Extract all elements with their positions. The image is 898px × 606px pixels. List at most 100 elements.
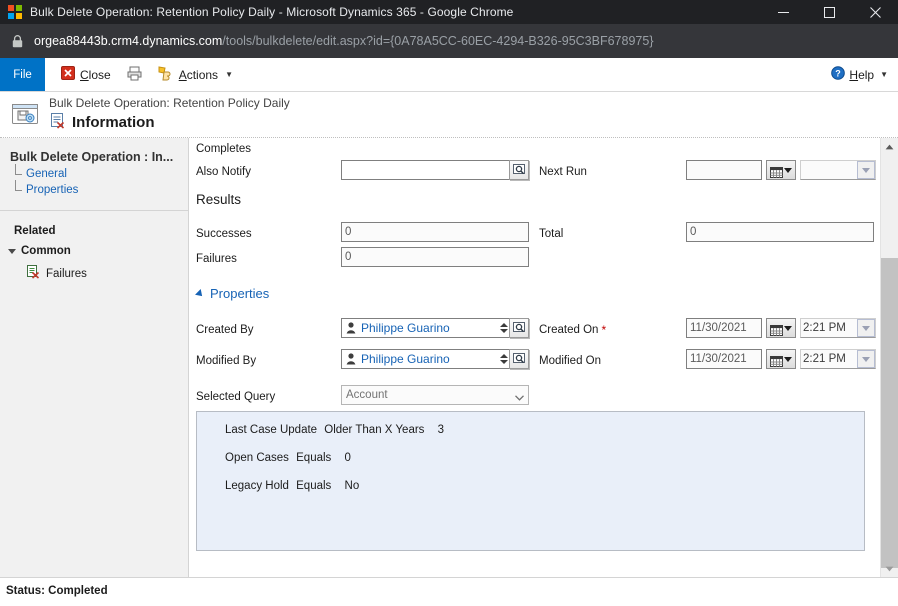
status-text: Status: Completed [6,584,108,597]
close-x-icon [61,66,75,83]
url-host: orgea88443b.crm4.dynamics.com [34,34,223,48]
actions-label: Actions [178,67,219,82]
next-run-calendar-button[interactable] [766,160,796,180]
body-split: Bulk Delete Operation : In... General Pr… [0,138,898,577]
actions-menu-button[interactable]: Actions ▼ [158,65,233,84]
modified-by-lookup-search-icon[interactable] [509,349,529,369]
created-by-spinner[interactable] [498,319,509,337]
close-command-button[interactable]: Close [61,66,111,83]
created-on-calendar-button[interactable] [766,318,796,338]
next-run-label: Next Run [539,166,587,178]
modified-on-field[interactable]: 11/30/2021 2:21 PM [686,348,876,370]
created-by-label-row: Created By [196,319,254,341]
calendar-chevron-down-icon [784,325,792,331]
modified-on-calendar-button[interactable] [766,349,796,369]
total-input[interactable]: 0 [686,222,874,242]
lookup-search-icon[interactable] [509,160,529,180]
total-label-row: Total [539,223,563,245]
modified-on-time-field[interactable]: 2:21 PM [800,349,876,369]
failures-input[interactable]: 0 [341,247,529,267]
selected-query-field[interactable]: Account [341,384,529,406]
required-marker: * [601,323,607,337]
command-items: Close Actions ▼ [45,58,233,91]
help-menu-button[interactable]: ? Help ▼ [831,58,888,91]
next-run-field[interactable] [686,159,876,181]
also-notify-lookup[interactable] [341,160,529,180]
criteria-value: 3 [437,424,445,436]
criteria-row: Last Case Update Older Than X Years 3 [225,424,864,436]
next-run-date-input[interactable] [686,160,762,180]
created-on-date-input[interactable]: 11/30/2021 [686,318,762,338]
calendar-icon [770,165,783,178]
also-notify-label-row: Also Notify [196,161,251,183]
file-tab[interactable]: File [0,58,45,91]
successes-field[interactable]: 0 [341,221,529,243]
url-text: orgea88443b.crm4.dynamics.com/tools/bulk… [34,34,654,48]
selected-query-label-row: Selected Query [196,386,275,408]
created-by-label: Created By [196,324,254,336]
created-on-time-field[interactable]: 2:21 PM [800,318,876,338]
next-run-time-field[interactable] [800,160,876,180]
created-on-field[interactable]: 11/30/2021 2:21 PM [686,317,876,339]
failures-field[interactable]: 0 [341,246,529,268]
time-chevron-down-icon[interactable] [857,350,875,368]
windows-logo-icon [8,5,22,19]
selected-query-value: Account [346,389,388,401]
modified-by-field[interactable]: Philippe Guarino [341,348,529,370]
sidebar-item-failures[interactable]: Failures [0,261,188,286]
created-by-lookup[interactable]: Philippe Guarino [341,318,529,338]
modified-by-label-row: Modified By [196,350,256,372]
svg-text:?: ? [836,69,842,79]
criteria-operator: Older Than X Years [324,424,425,436]
help-label: Help [849,67,875,82]
print-button[interactable] [127,66,142,84]
sidebar-item-failures-label: Failures [46,267,87,280]
entity-title-row: Information [49,112,290,134]
scroll-down-arrow[interactable] [881,560,898,577]
created-on-label-row: Created On * [539,319,606,341]
url-path: /tools/bulkdelete/edit.aspx?id={0A78A5CC… [222,34,654,48]
scroll-up-arrow[interactable] [881,138,898,155]
successes-input[interactable]: 0 [341,222,529,242]
sidebar-item-properties[interactable]: Properties [0,180,188,198]
modified-on-time-value: 2:21 PM [803,353,846,365]
chevron-down-icon [515,392,524,401]
time-chevron-down-icon[interactable] [857,161,875,179]
criteria-operator: Equals [296,452,332,464]
successes-label: Successes [196,228,252,240]
entity-subtitle: Bulk Delete Operation: Retention Policy … [49,95,290,110]
time-chevron-down-icon[interactable] [857,319,875,337]
form-scrollbar[interactable] [880,138,898,577]
maximize-button[interactable] [806,0,852,24]
criteria-attribute: Open Cases [225,452,289,464]
modified-by-label: Modified By [196,355,257,367]
modified-on-date-input[interactable]: 11/30/2021 [686,349,762,369]
properties-section-header[interactable]: Properties [195,286,269,301]
form-area: Completes Also Notify Next Run Results S… [189,138,898,577]
modified-by-spinner[interactable] [498,350,509,368]
entity-header-texts: Bulk Delete Operation: Retention Policy … [49,96,290,134]
nav-entity-name: Bulk Delete Operation : In... [10,150,174,164]
browser-url-bar[interactable]: orgea88443b.crm4.dynamics.com/tools/bulk… [0,24,898,58]
help-icon: ? [831,66,846,83]
selected-query-select[interactable]: Account [341,385,529,405]
criteria-value: 0 [344,452,351,464]
criteria-value: No [344,480,360,492]
created-by-field[interactable]: Philippe Guarino [341,317,529,339]
total-field[interactable]: 0 [686,221,874,243]
nav-group-common[interactable]: Common [0,241,188,261]
modified-on-label: Modified On [539,355,602,367]
collapse-triangle-icon [195,288,205,299]
scroll-thumb[interactable] [881,258,898,568]
modified-by-value: Philippe Guarino [361,352,450,366]
close-button[interactable] [852,0,898,24]
modified-by-value-wrap: Philippe Guarino [342,352,498,366]
created-by-lookup-search-icon[interactable] [509,318,529,338]
actions-hand-icon [158,65,174,84]
minimize-button[interactable] [760,0,806,24]
navigation-pane: Bulk Delete Operation : In... General Pr… [0,138,189,577]
modified-by-lookup[interactable]: Philippe Guarino [341,349,529,369]
also-notify-field[interactable] [341,159,529,181]
calendar-icon [770,354,783,367]
sidebar-item-general[interactable]: General [0,164,188,182]
